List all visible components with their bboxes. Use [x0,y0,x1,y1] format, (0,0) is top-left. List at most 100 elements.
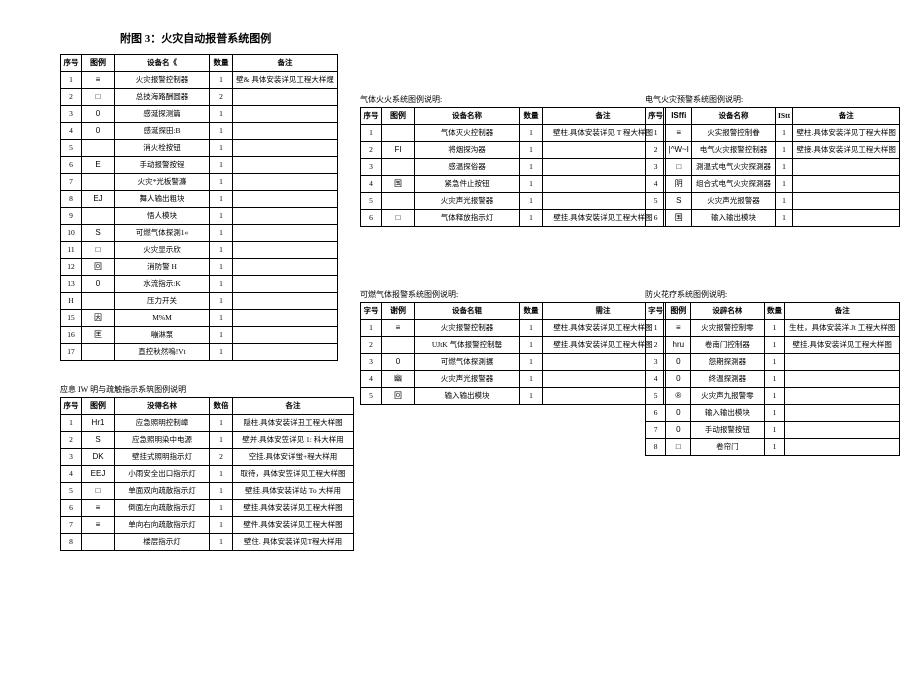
cell-name: 水流指示:K [115,276,210,293]
cell-seq: 7 [61,517,82,534]
cell-sym: □ [82,242,115,259]
cell-seq: 6 [646,405,666,422]
col-name: 设备名《 [115,55,210,72]
cell-qty: 1 [775,159,793,176]
cell-name: 火灾声光报警器 [415,371,520,388]
cell-qty: 1 [210,466,233,483]
col-sym: 谢例 [382,303,415,320]
cell-note [785,354,900,371]
cell-seq: 3 [646,354,666,371]
table-row: 1≡火实报警控制眷1壁柱.具体安装洋见丁程大样图 [646,125,900,142]
cell-seq: 2 [646,337,666,354]
cell-qty: 1 [520,142,543,159]
cell-seq: 6 [361,210,382,227]
table-row: H压力开关1 [61,293,338,310]
cell-name: 感涎探测篇 [115,106,210,123]
table-header-row: 字号 谢例 设备名辊 数量 需注 [361,303,664,320]
table-header-row: 序号 图例 没得名林 数倍 各注 [61,398,354,415]
table-row: 2UJtK 气体报警控制罄1壁挂.具体安装详见工程大样图 [361,337,664,354]
cell-seq: 3 [646,159,666,176]
cell-note [233,106,338,123]
cell-sym [82,174,115,191]
col-qty: 数量 [210,55,233,72]
cell-sym [82,293,115,310]
table-row: 3□測温式电气火灾探測器1 [646,159,900,176]
cell-seq: 12 [61,259,82,276]
cell-sym: □ [382,210,415,227]
cell-name: 直控秋然嗚!Vt [115,344,210,361]
cell-note [233,140,338,157]
cell-seq: 2 [646,142,666,159]
cell-name: 感涎探田:B [115,123,210,140]
table-row: 2□总技海路酬圆器2 [61,89,338,106]
cell-name: 输入输出模块 [415,388,520,405]
table-c: 序号 图例 设备名称 数量 备注 1气体灭火控制器1壁柱.具体安装详见 T 程大… [360,107,664,227]
cell-qty: 1 [520,125,543,142]
col-char: 字号 [646,303,666,320]
cell-seq: 5 [61,140,82,157]
cell-sym: 0 [382,354,415,371]
table-row: 5®火灾声九报警零1 [646,388,900,405]
cell-seq: 15 [61,310,82,327]
cell-sym: □ [82,89,115,106]
cell-qty: 1 [764,439,785,456]
cell-qty: 1 [520,354,543,371]
cell-sym: 幽 [382,371,415,388]
cell-note [785,388,900,405]
cell-seq: 5 [61,483,82,500]
cell-qty: 1 [775,142,793,159]
cell-seq: 2 [61,432,82,449]
cell-note [233,310,338,327]
table-header-row: 序号 ISffi 设备名称 IStt 备注 [646,108,900,125]
cell-name: 火灾声光报警器 [692,193,775,210]
cell-name: 终温探測器 [691,371,764,388]
cell-sym: ≡ [82,500,115,517]
table-e-block: 电气火灾预警系统图例说明: 序号 ISffi 设备名称 IStt 备注 1≡火实… [645,94,900,227]
table-row: 5消火栓按钮1 [61,140,338,157]
cell-qty: 1 [764,371,785,388]
cell-seq: 9 [61,208,82,225]
cell-name: 火灾报警控制零 [691,320,764,337]
cell-name: 舞人输出粗块 [115,191,210,208]
cell-note [785,371,900,388]
cell-name: 怨期探測器 [691,354,764,371]
table-row: 130水流指示:K1 [61,276,338,293]
col-qty: 数量 [764,303,785,320]
cell-name: M%M [115,310,210,327]
table-row: 7火灾*光板警濂1 [61,174,338,191]
cell-name: 电气火灾报警控制器 [692,142,775,159]
cell-name: 可燃气体探測搌 [415,354,520,371]
cell-sym: Hr1 [82,415,115,432]
cell-sym: 0 [666,371,691,388]
table-row: 2hru卷南门控制器1壁挂.具体安装详见工程大样图 [646,337,900,354]
cell-note [233,276,338,293]
table-row: 8□卷帘门1 [646,439,900,456]
table-row: 1≡火灾报警控制器1壁柱.具体安装详见工程大样图 [361,320,664,337]
table-row: 4EEJ小雨安全出口指示灯1取待，具体安笠详见工程大样图 [61,466,354,483]
table-row: 8EJ舞人输出粗块1 [61,191,338,208]
cell-seq: 1 [361,320,382,337]
cell-note [233,89,338,106]
cell-qty: 1 [210,191,233,208]
cell-seq: 5 [646,193,666,210]
col-qty: 数量 [520,303,543,320]
cell-sym: 0 [82,123,115,140]
table-a: 序号 图例 设备名《 数量 备注 1≡火灾报警控制器1壁& 具体安装详见工程大样… [60,54,338,361]
cell-name: 单向右向疏散指示灯 [115,517,210,534]
cell-name: 输入输出模块 [691,405,764,422]
cell-qty: 1 [520,159,543,176]
cell-seq: 4 [61,123,82,140]
table-row: 10S可燃气体探測1«1 [61,225,338,242]
cell-sym [82,344,115,361]
cell-qty: 1 [775,176,793,193]
cell-qty: 1 [775,125,793,142]
cell-name: 火灾声光报警器 [415,193,520,210]
cell-name: 气体灭火控制器 [415,125,520,142]
table-row: 15因M%M1 [61,310,338,327]
cell-qty: 1 [210,259,233,276]
cell-qty: 2 [210,449,233,466]
cell-name: 输入输出模块 [692,210,775,227]
table-row: 3DK壁挂式照明指示灯2空挂.具体安详蛍+程大样用 [61,449,354,466]
cell-qty: 1 [210,344,233,361]
cell-qty: 1 [520,210,543,227]
